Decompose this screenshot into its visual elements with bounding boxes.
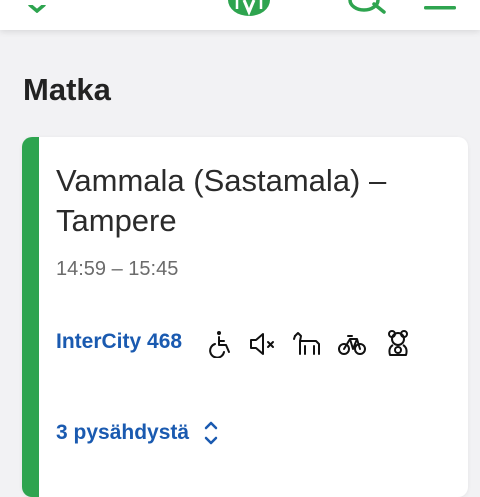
- pet-icon: [292, 330, 320, 358]
- stops-label: 3 pysähdystä: [56, 421, 190, 444]
- app-header: [0, 0, 480, 30]
- menu-icon[interactable]: [422, 0, 458, 18]
- teddy-bear-icon: [384, 330, 410, 358]
- bicycle-icon: [337, 330, 366, 358]
- train-name[interactable]: InterCity 468: [56, 330, 182, 354]
- search-icon[interactable]: [348, 0, 390, 21]
- back-chevron-icon[interactable]: [28, 0, 50, 18]
- card-accent-stripe: [22, 137, 39, 497]
- page-title: Matka: [23, 72, 111, 107]
- stops-toggle[interactable]: 3 pysähdystä: [56, 418, 219, 448]
- trip-time: 14:59 – 15:45: [56, 258, 179, 280]
- wheelchair-icon: [208, 330, 234, 359]
- quiet-zone-icon: [248, 330, 274, 358]
- chevron-up-down-icon: [203, 419, 219, 447]
- route-title: Vammala (Sastamala) – Tampere: [56, 163, 387, 238]
- trip-card[interactable]: Vammala (Sastamala) – Tampere 14:59 – 15…: [22, 137, 468, 497]
- hsl-logo-icon[interactable]: [224, 0, 274, 23]
